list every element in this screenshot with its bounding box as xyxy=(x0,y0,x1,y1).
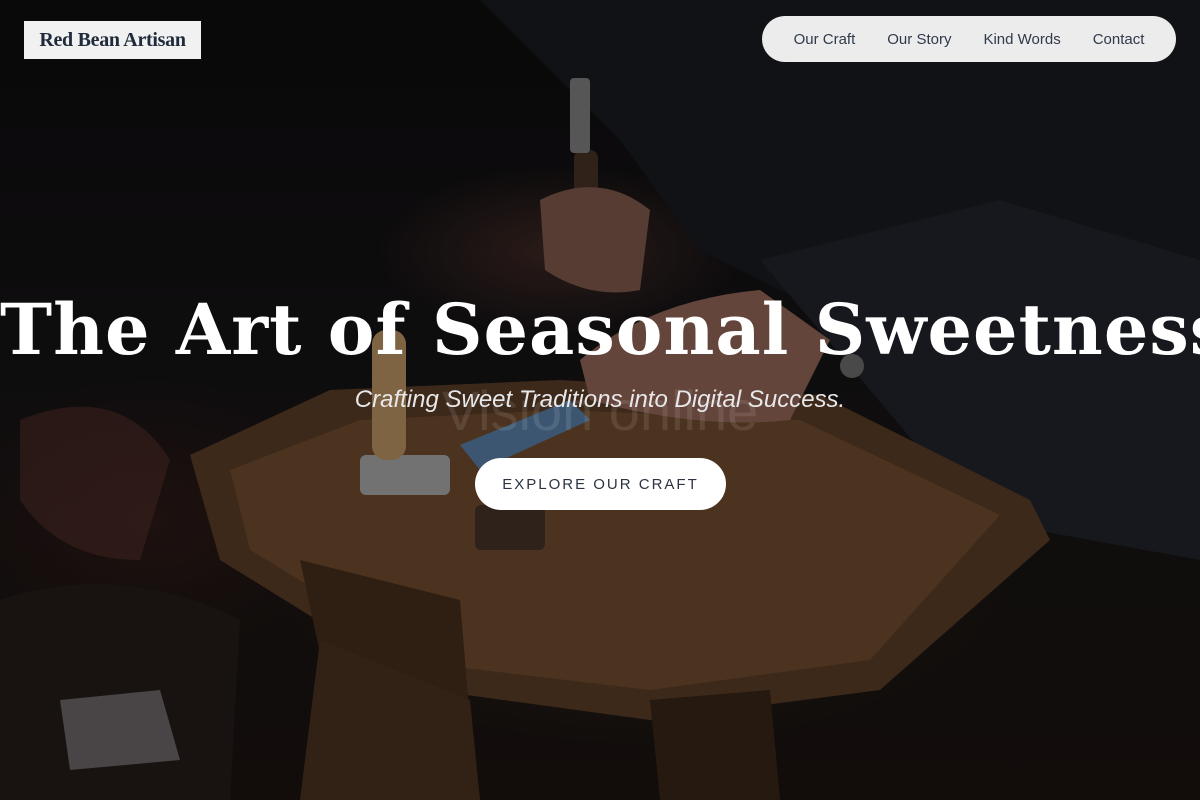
nav-item-our-craft[interactable]: Our Craft xyxy=(794,31,856,48)
main-navigation: Our Craft Our Story Kind Words Contact xyxy=(762,16,1176,62)
hero-subtitle: Crafting Sweet Traditions into Digital S… xyxy=(354,386,846,413)
nav-item-our-story[interactable]: Our Story xyxy=(887,31,951,48)
nav-item-kind-words[interactable]: Kind Words xyxy=(983,31,1060,48)
brand-logo[interactable]: Red Bean Artisan xyxy=(24,21,201,59)
explore-craft-button[interactable]: EXPLORE OUR CRAFT xyxy=(475,458,726,510)
nav-item-contact[interactable]: Contact xyxy=(1093,31,1145,48)
hero-title: The Art of Seasonal Sweetness xyxy=(0,288,1200,371)
